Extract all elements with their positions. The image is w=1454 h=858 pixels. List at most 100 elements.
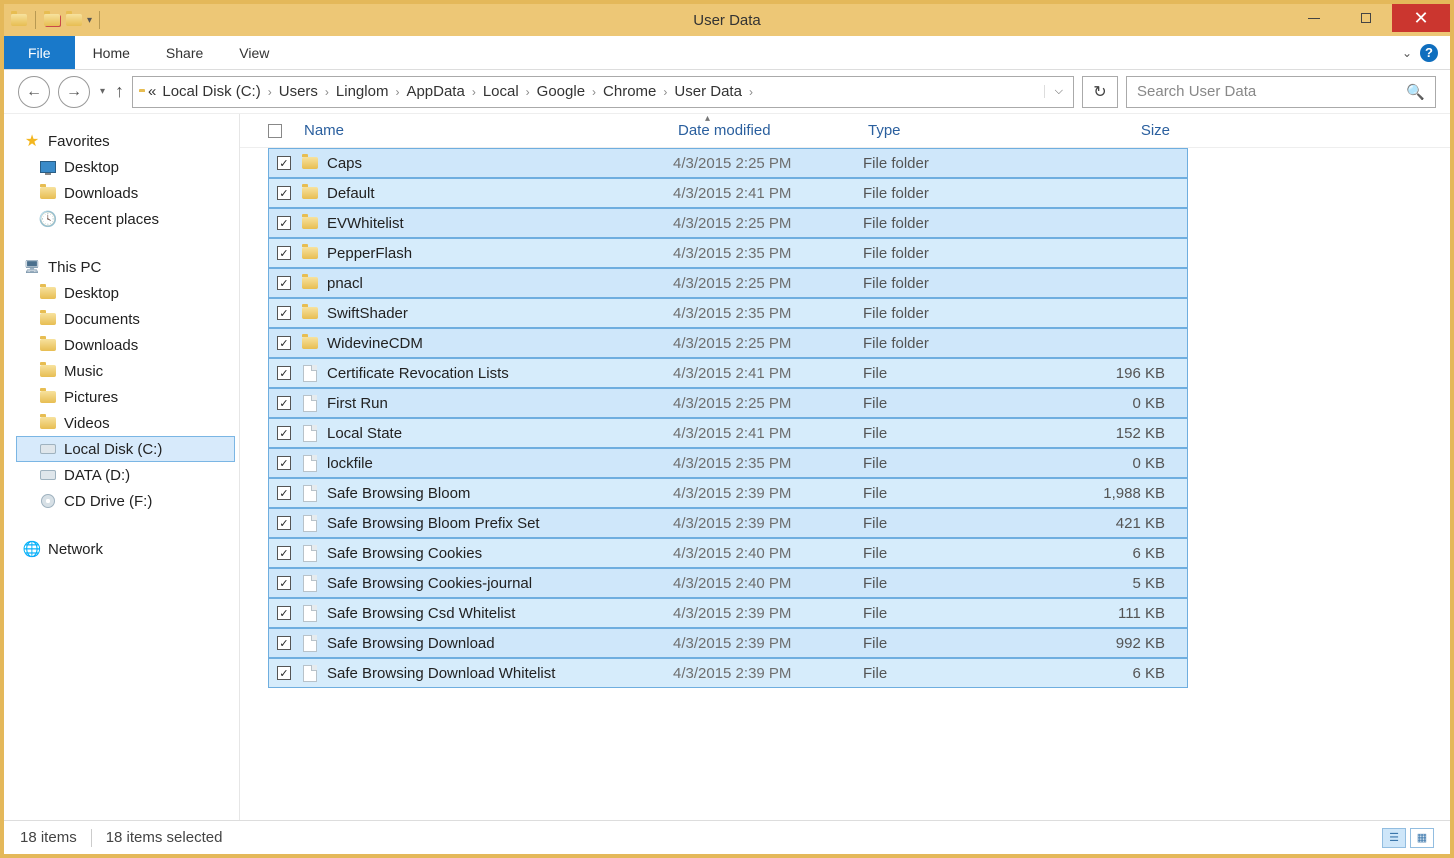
file-row[interactable]: ✓Caps4/3/2015 2:25 PMFile folder [268, 148, 1188, 178]
row-checkbox[interactable]: ✓ [277, 636, 291, 650]
file-row[interactable]: ✓Safe Browsing Cookies-journal4/3/2015 2… [268, 568, 1188, 598]
chevron-right-icon[interactable]: › [522, 85, 534, 99]
file-row[interactable]: ✓lockfile4/3/2015 2:35 PMFile0 KB [268, 448, 1188, 478]
row-checkbox[interactable]: ✓ [277, 366, 291, 380]
tree-network[interactable]: 🌐Network [16, 536, 235, 562]
row-checkbox[interactable]: ✓ [277, 486, 291, 500]
file-row[interactable]: ✓SwiftShader4/3/2015 2:35 PMFile folder [268, 298, 1188, 328]
select-all-checkbox[interactable] [268, 124, 282, 138]
chevron-right-icon[interactable]: › [659, 85, 671, 99]
tree-music[interactable]: Music [16, 358, 235, 384]
row-checkbox[interactable]: ✓ [277, 186, 291, 200]
breadcrumb-item[interactable]: Local [480, 83, 522, 100]
tab-share[interactable]: Share [148, 36, 221, 69]
row-checkbox[interactable]: ✓ [277, 426, 291, 440]
tree-data-d[interactable]: DATA (D:) [16, 462, 235, 488]
row-checkbox[interactable]: ✓ [277, 216, 291, 230]
forward-button[interactable]: → [58, 76, 90, 108]
help-icon[interactable]: ? [1420, 44, 1438, 62]
up-button[interactable]: ↑ [115, 81, 124, 102]
new-folder-icon[interactable] [65, 11, 83, 29]
qat-dropdown-icon[interactable]: ▾ [87, 15, 92, 26]
row-checkbox[interactable]: ✓ [277, 576, 291, 590]
breadcrumb-item[interactable]: Local Disk (C:) [159, 83, 263, 100]
tab-file[interactable]: File [4, 36, 75, 69]
search-input[interactable]: Search User Data 🔍 [1126, 76, 1436, 108]
column-date[interactable]: Date modified [678, 122, 868, 139]
file-row[interactable]: ✓Safe Browsing Bloom4/3/2015 2:39 PMFile… [268, 478, 1188, 508]
tree-favorites[interactable]: ★Favorites [16, 128, 235, 154]
cd-icon [39, 492, 57, 510]
column-type[interactable]: Type [868, 122, 1058, 139]
row-checkbox[interactable]: ✓ [277, 156, 291, 170]
address-bar[interactable]: « Local Disk (C:)›Users›Linglom›AppData›… [132, 76, 1074, 108]
tree-videos[interactable]: Videos [16, 410, 235, 436]
close-button[interactable]: ✕ [1392, 4, 1450, 32]
row-checkbox[interactable]: ✓ [277, 546, 291, 560]
tab-view[interactable]: View [221, 36, 287, 69]
chevron-right-icon[interactable]: › [391, 85, 403, 99]
breadcrumb-item[interactable]: Linglom [333, 83, 392, 100]
tree-local-disk-c[interactable]: Local Disk (C:) [16, 436, 235, 462]
tree-pictures[interactable]: Pictures [16, 384, 235, 410]
folder-icon[interactable] [10, 11, 28, 29]
file-row[interactable]: ✓PepperFlash4/3/2015 2:35 PMFile folder [268, 238, 1188, 268]
file-row[interactable]: ✓pnacl4/3/2015 2:25 PMFile folder [268, 268, 1188, 298]
file-row[interactable]: ✓Safe Browsing Bloom Prefix Set4/3/2015 … [268, 508, 1188, 538]
tab-home[interactable]: Home [75, 36, 148, 69]
chevron-right-icon[interactable]: › [745, 85, 757, 99]
column-name[interactable]: Name [288, 122, 678, 139]
breadcrumb-item[interactable]: Users [276, 83, 321, 100]
folder-icon [301, 247, 319, 259]
recent-locations-icon[interactable]: ▾ [100, 86, 105, 97]
row-checkbox[interactable]: ✓ [277, 606, 291, 620]
breadcrumb-item[interactable]: Google [534, 83, 588, 100]
row-checkbox[interactable]: ✓ [277, 336, 291, 350]
ribbon-expand-icon[interactable]: ⌄ [1402, 46, 1412, 60]
column-size[interactable]: Size [1058, 122, 1178, 139]
tree-thispc[interactable]: 🖥This PC [16, 254, 235, 280]
file-row[interactable]: ✓Certificate Revocation Lists4/3/2015 2:… [268, 358, 1188, 388]
row-checkbox[interactable]: ✓ [277, 246, 291, 260]
row-checkbox[interactable]: ✓ [277, 306, 291, 320]
chevron-right-icon[interactable]: › [264, 85, 276, 99]
tree-downloads[interactable]: Downloads [16, 180, 235, 206]
row-checkbox[interactable]: ✓ [277, 516, 291, 530]
row-checkbox[interactable]: ✓ [277, 396, 291, 410]
file-row[interactable]: ✓WidevineCDM4/3/2015 2:25 PMFile folder [268, 328, 1188, 358]
breadcrumb-overflow[interactable]: « [145, 83, 159, 100]
row-checkbox[interactable]: ✓ [277, 276, 291, 290]
breadcrumb-item[interactable]: User Data [671, 83, 745, 100]
file-row[interactable]: ✓Local State4/3/2015 2:41 PMFile152 KB [268, 418, 1188, 448]
refresh-button[interactable]: ↻ [1082, 76, 1118, 108]
icons-view-button[interactable]: ▦ [1410, 828, 1434, 848]
file-row[interactable]: ✓EVWhitelist4/3/2015 2:25 PMFile folder [268, 208, 1188, 238]
file-row[interactable]: ✓Safe Browsing Download Whitelist4/3/201… [268, 658, 1188, 688]
tree-documents[interactable]: Documents [16, 306, 235, 332]
breadcrumb-item[interactable]: AppData [403, 83, 467, 100]
chevron-right-icon[interactable]: › [321, 85, 333, 99]
properties-icon[interactable] [43, 11, 61, 29]
chevron-right-icon[interactable]: › [468, 85, 480, 99]
row-checkbox[interactable]: ✓ [277, 666, 291, 680]
details-view-button[interactable]: ☰ [1382, 828, 1406, 848]
tree-desktop[interactable]: Desktop [16, 154, 235, 180]
tree-pc-downloads[interactable]: Downloads [16, 332, 235, 358]
back-button[interactable]: ← [18, 76, 50, 108]
address-dropdown-icon[interactable]: ⌵ [1044, 85, 1073, 98]
tree-cd-drive-f[interactable]: CD Drive (F:) [16, 488, 235, 514]
drive-icon [39, 440, 57, 458]
file-row[interactable]: ✓Safe Browsing Download4/3/2015 2:39 PMF… [268, 628, 1188, 658]
breadcrumb-item[interactable]: Chrome [600, 83, 659, 100]
file-size: 421 KB [1053, 515, 1173, 532]
file-row[interactable]: ✓Default4/3/2015 2:41 PMFile folder [268, 178, 1188, 208]
file-row[interactable]: ✓First Run4/3/2015 2:25 PMFile0 KB [268, 388, 1188, 418]
file-row[interactable]: ✓Safe Browsing Cookies4/3/2015 2:40 PMFi… [268, 538, 1188, 568]
tree-pc-desktop[interactable]: Desktop [16, 280, 235, 306]
maximize-button[interactable] [1340, 4, 1392, 32]
minimize-button[interactable] [1288, 4, 1340, 32]
chevron-right-icon[interactable]: › [588, 85, 600, 99]
row-checkbox[interactable]: ✓ [277, 456, 291, 470]
tree-recent[interactable]: 🕓Recent places [16, 206, 235, 232]
file-row[interactable]: ✓Safe Browsing Csd Whitelist4/3/2015 2:3… [268, 598, 1188, 628]
